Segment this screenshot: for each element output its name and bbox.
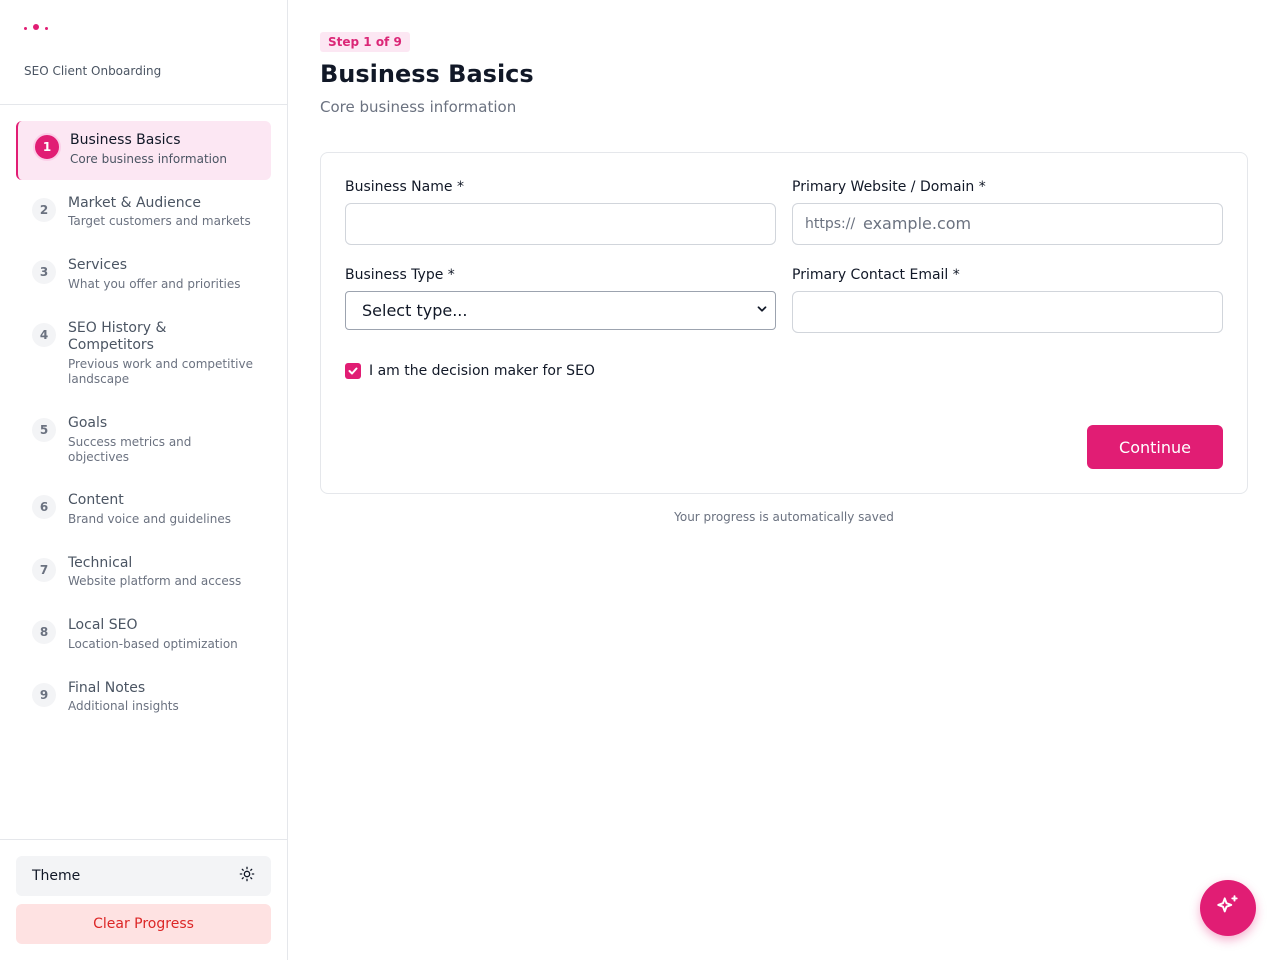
step-title-line-2: Competitors bbox=[68, 337, 154, 353]
decision-maker-checkbox[interactable] bbox=[345, 363, 361, 379]
continue-button[interactable]: Continue bbox=[1087, 425, 1223, 469]
step-desc: Core business information bbox=[70, 152, 227, 166]
step-number: 2 bbox=[32, 198, 56, 222]
step-number: 8 bbox=[32, 620, 56, 644]
step-desc-line-2: objectives bbox=[68, 450, 130, 464]
business-type-value: Select type... bbox=[362, 301, 468, 320]
step-badge: Step 1 of 9 bbox=[320, 32, 410, 52]
step-item-services[interactable]: 3 Services What you offer and priorities bbox=[16, 256, 271, 300]
step-title: Local SEO bbox=[68, 617, 138, 633]
step-title: SEO History & bbox=[68, 320, 167, 336]
chevron-down-icon bbox=[755, 301, 769, 320]
business-type-label: Business Type * bbox=[345, 267, 455, 283]
clear-progress-button[interactable]: Clear Progress bbox=[16, 904, 271, 944]
decision-maker-label[interactable]: I am the decision maker for SEO bbox=[369, 363, 595, 379]
theme-toggle-button[interactable]: Theme bbox=[16, 856, 271, 896]
step-item-business-basics[interactable]: 1 Business Basics Core business informat… bbox=[16, 121, 271, 180]
step-item-seo-history[interactable]: 4 SEO History & Competitors Previous wor… bbox=[16, 319, 271, 389]
step-list: 1 Business Basics Core business informat… bbox=[16, 121, 271, 713]
sun-icon bbox=[239, 866, 255, 886]
step-item-market-audience[interactable]: 2 Market & Audience Target customers and… bbox=[16, 193, 271, 237]
step-item-final-notes[interactable]: 9 Final Notes Additional insights bbox=[16, 680, 271, 724]
step-desc: Website platform and access bbox=[68, 574, 242, 588]
step-desc: What you offer and priorities bbox=[68, 277, 241, 291]
sparkles-icon bbox=[1215, 893, 1241, 923]
step-desc: Previous work and competitive bbox=[68, 357, 253, 371]
website-input[interactable]: https:// example.com bbox=[792, 203, 1223, 245]
page-subtitle: Core business information bbox=[320, 98, 517, 116]
assistant-fab-button[interactable] bbox=[1200, 880, 1256, 936]
autosave-note: Your progress is automatically saved bbox=[674, 510, 894, 524]
url-prefix: https:// bbox=[805, 216, 856, 232]
business-name-input[interactable] bbox=[345, 203, 776, 245]
step-number: 5 bbox=[32, 418, 56, 442]
sidebar-footer: Theme Clear Progress bbox=[0, 839, 287, 960]
email-label: Primary Contact Email * bbox=[792, 267, 960, 283]
step-item-technical[interactable]: 7 Technical Website platform and access bbox=[16, 555, 271, 599]
step-desc: Target customers and markets bbox=[68, 214, 251, 228]
step-title: Final Notes bbox=[68, 680, 146, 696]
step-desc-line-2: landscape bbox=[68, 372, 130, 386]
brand-header: SEO Client Onboarding bbox=[0, 0, 287, 105]
website-label: Primary Website / Domain * bbox=[792, 179, 986, 195]
email-input[interactable] bbox=[792, 291, 1223, 333]
step-title: Services bbox=[68, 257, 128, 273]
step-item-content[interactable]: 6 Content Brand voice and guidelines bbox=[16, 492, 271, 536]
website-placeholder: example.com bbox=[863, 214, 972, 233]
step-title: Goals bbox=[68, 415, 108, 431]
step-item-local-seo[interactable]: 8 Local SEO Location-based optimization bbox=[16, 617, 271, 661]
page-title: Business Basics bbox=[320, 60, 534, 88]
sidebar: SEO Client Onboarding 1 Business Basics … bbox=[0, 0, 288, 960]
check-icon bbox=[348, 367, 358, 375]
step-title: Technical bbox=[68, 555, 133, 571]
step-number: 3 bbox=[32, 260, 56, 284]
step-title: Content bbox=[68, 492, 124, 508]
step-title: Market & Audience bbox=[68, 195, 201, 211]
step-number: 6 bbox=[32, 495, 56, 519]
step-number: 9 bbox=[32, 683, 56, 707]
step-desc: Additional insights bbox=[68, 699, 179, 713]
step-number: 4 bbox=[32, 323, 56, 347]
step-number: 7 bbox=[32, 558, 56, 582]
step-number: 1 bbox=[33, 133, 61, 161]
theme-label: Theme bbox=[32, 868, 81, 884]
form-card: Business Name * Primary Website / Domain… bbox=[320, 152, 1248, 494]
step-desc: Location-based optimization bbox=[68, 637, 238, 651]
dots-logo-icon bbox=[24, 22, 50, 32]
step-item-goals[interactable]: 5 Goals Success metrics and objectives bbox=[16, 415, 271, 465]
business-type-select[interactable]: Select type... bbox=[345, 291, 776, 330]
app-subtitle: SEO Client Onboarding bbox=[24, 64, 162, 78]
step-desc: Brand voice and guidelines bbox=[68, 512, 231, 526]
business-name-label: Business Name * bbox=[345, 179, 464, 195]
step-desc: Success metrics and bbox=[68, 435, 192, 449]
step-title: Business Basics bbox=[70, 132, 181, 148]
